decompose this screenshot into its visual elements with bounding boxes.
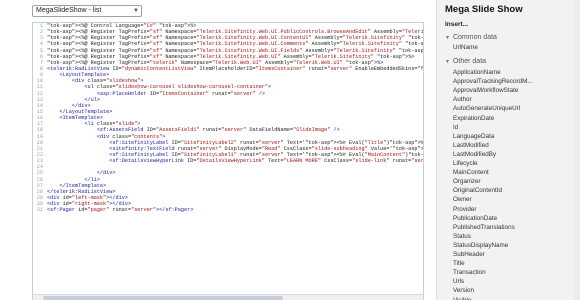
field-item[interactable]: Urls [453, 278, 577, 285]
field-item[interactable]: Provider [453, 206, 577, 213]
field-item[interactable]: ExpirationDate [453, 115, 577, 122]
field-item[interactable]: UrlName [453, 44, 577, 51]
code-text: <sf:SitefinityLabel ID="SitefinityLabel2… [109, 139, 424, 146]
field-item[interactable]: Version [453, 287, 577, 294]
code-text: <ItemTemplate> [59, 115, 104, 122]
code-text: <sf:SitefinityLabel ID="SitefinityLabel1… [109, 151, 424, 158]
code-text: <div id="left-mask"></div> [47, 194, 128, 201]
line-number: 31 [36, 207, 43, 214]
other-data-label: Other data [452, 58, 487, 65]
field-item[interactable]: Status [453, 233, 577, 240]
common-data-toggle[interactable]: ▼ Common data [445, 34, 497, 41]
chevron-down-icon: ▼ [133, 8, 139, 14]
code-text: <li class="slide"> [84, 121, 141, 128]
code-text: "tok-asp"><%@ Register TagPrefix="sf" Na… [47, 35, 424, 42]
triangle-down-icon: ▼ [445, 35, 450, 41]
field-item[interactable]: Organizer [453, 178, 577, 185]
template-select[interactable]: MegaSlideShow - list ▼ [32, 5, 142, 17]
code-text: <div class="contents"> [96, 133, 166, 140]
insert-link[interactable]: Insert... [445, 21, 468, 28]
code-text: "tok-asp"><%@ Register TagPrefix="teleri… [47, 59, 384, 66]
code-text: <sf:AssetsField ID="AssetsField1" runat=… [96, 127, 340, 134]
field-item[interactable]: PublicationDate [453, 215, 577, 222]
panel-title: Mega Slide Show [445, 4, 523, 15]
code-text: <ul class="slideshow-carousel slideshow-… [84, 84, 272, 91]
field-item[interactable]: Author [453, 96, 577, 103]
code-text: "tok-asp"><%@ Register TagPrefix="sf" Na… [47, 47, 424, 54]
insert-fields-panel: Mega Slide Show Insert... ▼ Common data U… [436, 0, 580, 300]
other-data-toggle[interactable]: ▼ Other data [445, 58, 486, 65]
code-text: <sitefinity:TextField runat="server" Dis… [109, 145, 424, 152]
field-item[interactable]: LanguageData [453, 133, 577, 140]
code-text: "tok-asp"><%@ Control Language="C#" "tok… [47, 23, 197, 29]
code-text: "tok-asp"><%@ Register TagPrefix="sf" Na… [47, 29, 424, 36]
field-item[interactable]: Owner [453, 196, 577, 203]
field-item[interactable]: ApprovalTrackingRecordM... [453, 78, 577, 85]
code-text: </div> [96, 170, 116, 177]
horizontal-scrollbar[interactable] [33, 294, 423, 300]
code-text: <LayoutTemplate> [59, 72, 110, 79]
field-item[interactable]: AutoGenerateUniqueUrl [453, 105, 577, 112]
code-text: <asp:PlaceHolder ID="ItemsContainer" run… [96, 90, 265, 97]
code-editor[interactable]: 1 "tok-asp"><%@ Control Language="C#" "to… [32, 22, 424, 300]
field-item[interactable]: Id [453, 124, 577, 131]
field-item[interactable]: PublishedTranslations [453, 224, 577, 231]
code-text: <telerik:RadListView ID="dynamicContentL… [47, 65, 424, 72]
field-item[interactable]: Visible [453, 297, 577, 300]
code-text: </li> [84, 176, 100, 183]
code-line: 23 <sf:DetailsViewHyperLink ID="DetailsV… [33, 158, 423, 164]
code-text: "tok-asp"><%@ Register TagPrefix="sf" Na… [47, 53, 415, 60]
horizontal-scrollbar-thumb[interactable] [43, 296, 283, 300]
code-text: <sf:Pager id="pager" runat="server"></sf… [47, 207, 194, 214]
code-text: <sf:DetailsViewHyperLink ID="DetailsView… [109, 158, 424, 165]
field-item[interactable]: LastModifiedBy [453, 151, 577, 158]
field-item[interactable]: Lifecycle [453, 160, 577, 167]
field-item[interactable]: Title [453, 260, 577, 267]
code-text: </ItemTemplate> [59, 182, 107, 189]
field-item[interactable]: ApplicationName [453, 69, 577, 76]
code-line: 31 <sf:Pager id="pager" runat="server"></… [33, 207, 423, 213]
field-item[interactable]: Transaction [453, 269, 577, 276]
code-text: "tok-asp"><%@ Register TagPrefix="sf" Na… [47, 41, 424, 48]
template-select-value: MegaSlideShow - list [36, 7, 102, 14]
field-item[interactable]: SubHeader [453, 251, 577, 258]
field-item[interactable]: ApprovalWorkflowState [453, 87, 577, 94]
field-item[interactable]: OriginalContentId [453, 187, 577, 194]
field-item[interactable]: LastModified [453, 142, 577, 149]
code-lines: 1 "tok-asp"><%@ Control Language="C#" "to… [33, 23, 423, 213]
triangle-down-icon: ▼ [445, 59, 450, 65]
field-item[interactable]: MainContent [453, 169, 577, 176]
common-data-label: Common data [452, 34, 497, 41]
field-item[interactable]: StatusDisplayName [453, 242, 577, 249]
code-text: </div> [71, 102, 91, 109]
code-text: </telerik:RadListView> [47, 188, 116, 195]
left-gutter [0, 0, 28, 300]
code-text: <div id="right-mask"></div> [47, 201, 132, 208]
code-text: </ul> [84, 96, 100, 103]
code-text: </LayoutTemplate> [59, 108, 113, 115]
code-text: <div class="slideshow"> [71, 78, 144, 85]
panel-scrollbar[interactable] [574, 0, 580, 300]
